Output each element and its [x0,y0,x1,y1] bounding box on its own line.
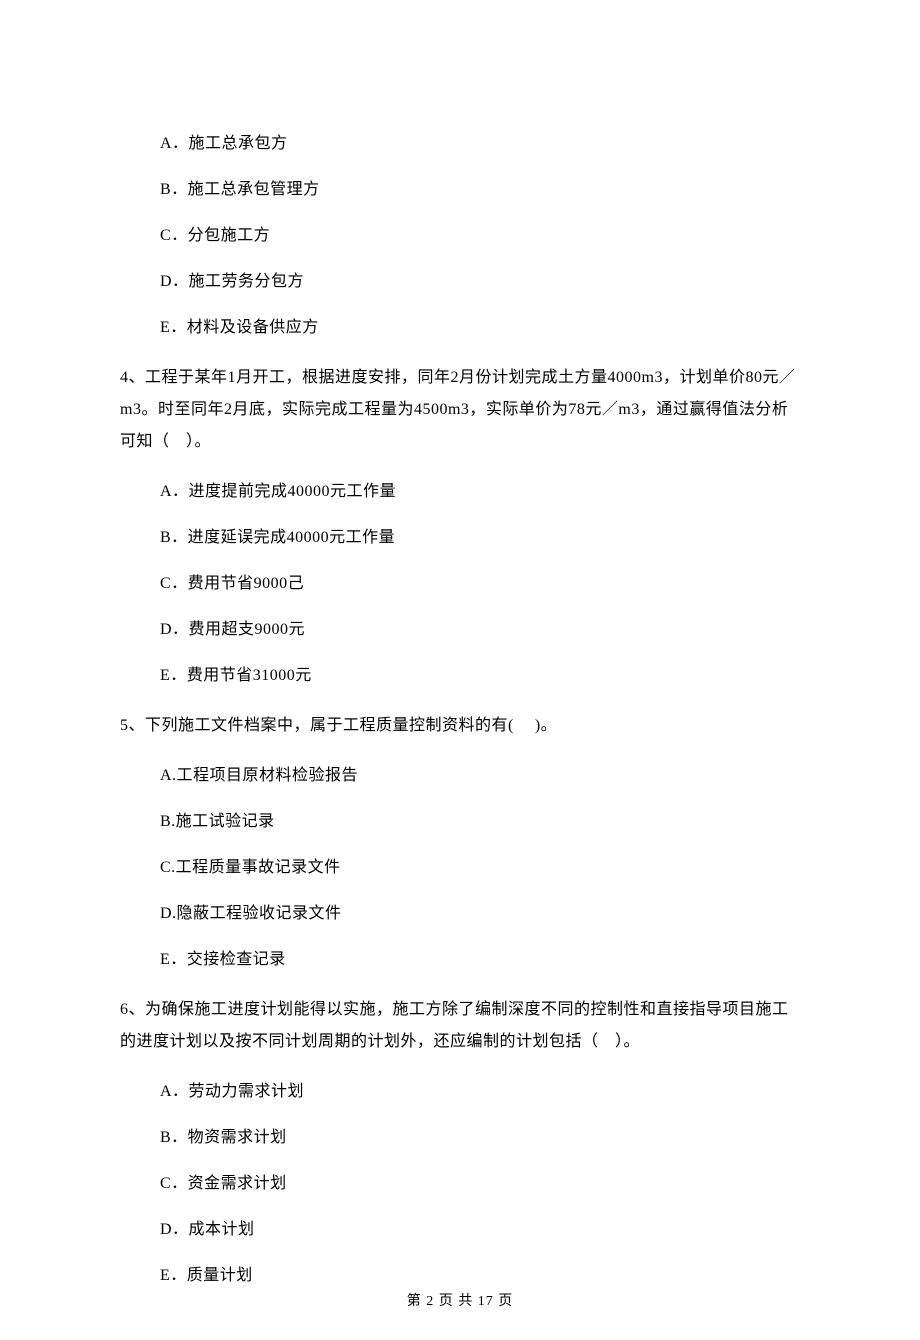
q4-option-d: D．费用超支9000元 [160,618,800,642]
q5-options: A.工程项目原材料检验报告 B.施工试验记录 C.工程质量事故记录文件 D.隐蔽… [120,764,800,972]
q5-text: 5、下列施工文件档案中，属于工程质量控制资料的有( )。 [120,710,800,742]
q3-option-d: D．施工劳务分包方 [160,270,800,294]
q6-option-a: A．劳动力需求计划 [160,1080,800,1104]
q5-option-d: D.隐蔽工程验收记录文件 [160,902,800,926]
document-page: A．施工总承包方 B．施工总承包管理方 C．分包施工方 D．施工劳务分包方 E．… [0,0,920,1340]
q6-options: A．劳动力需求计划 B．物资需求计划 C．资金需求计划 D．成本计划 E．质量计… [120,1080,800,1288]
q6-text: 6、为确保施工进度计划能得以实施，施工方除了编制深度不同的控制性和直接指导项目施… [120,994,800,1058]
q3-option-c: C．分包施工方 [160,224,800,248]
q3-options: A．施工总承包方 B．施工总承包管理方 C．分包施工方 D．施工劳务分包方 E．… [120,132,800,340]
q4-option-a: A．进度提前完成40000元工作量 [160,480,800,504]
q6-option-b: B．物资需求计划 [160,1126,800,1150]
q5-option-e: E．交接检查记录 [160,948,800,972]
q5-option-a: A.工程项目原材料检验报告 [160,764,800,788]
q5-option-c: C.工程质量事故记录文件 [160,856,800,880]
q6-option-c: C．资金需求计划 [160,1172,800,1196]
q3-option-e: E．材料及设备供应方 [160,316,800,340]
q6-option-e: E．质量计划 [160,1264,800,1288]
q4-text: 4、工程于某年1月开工，根据进度安排，同年2月份计划完成土方量4000m3，计划… [120,362,800,458]
q3-option-b: B．施工总承包管理方 [160,178,800,202]
q6-option-d: D．成本计划 [160,1218,800,1242]
q5-option-b: B.施工试验记录 [160,810,800,834]
q4-option-e: E．费用节省31000元 [160,664,800,688]
q4-option-b: B．进度延误完成40000元工作量 [160,526,800,550]
q4-options: A．进度提前完成40000元工作量 B．进度延误完成40000元工作量 C．费用… [120,480,800,688]
q3-option-a: A．施工总承包方 [160,132,800,156]
q4-option-c: C．费用节省9000己 [160,572,800,596]
